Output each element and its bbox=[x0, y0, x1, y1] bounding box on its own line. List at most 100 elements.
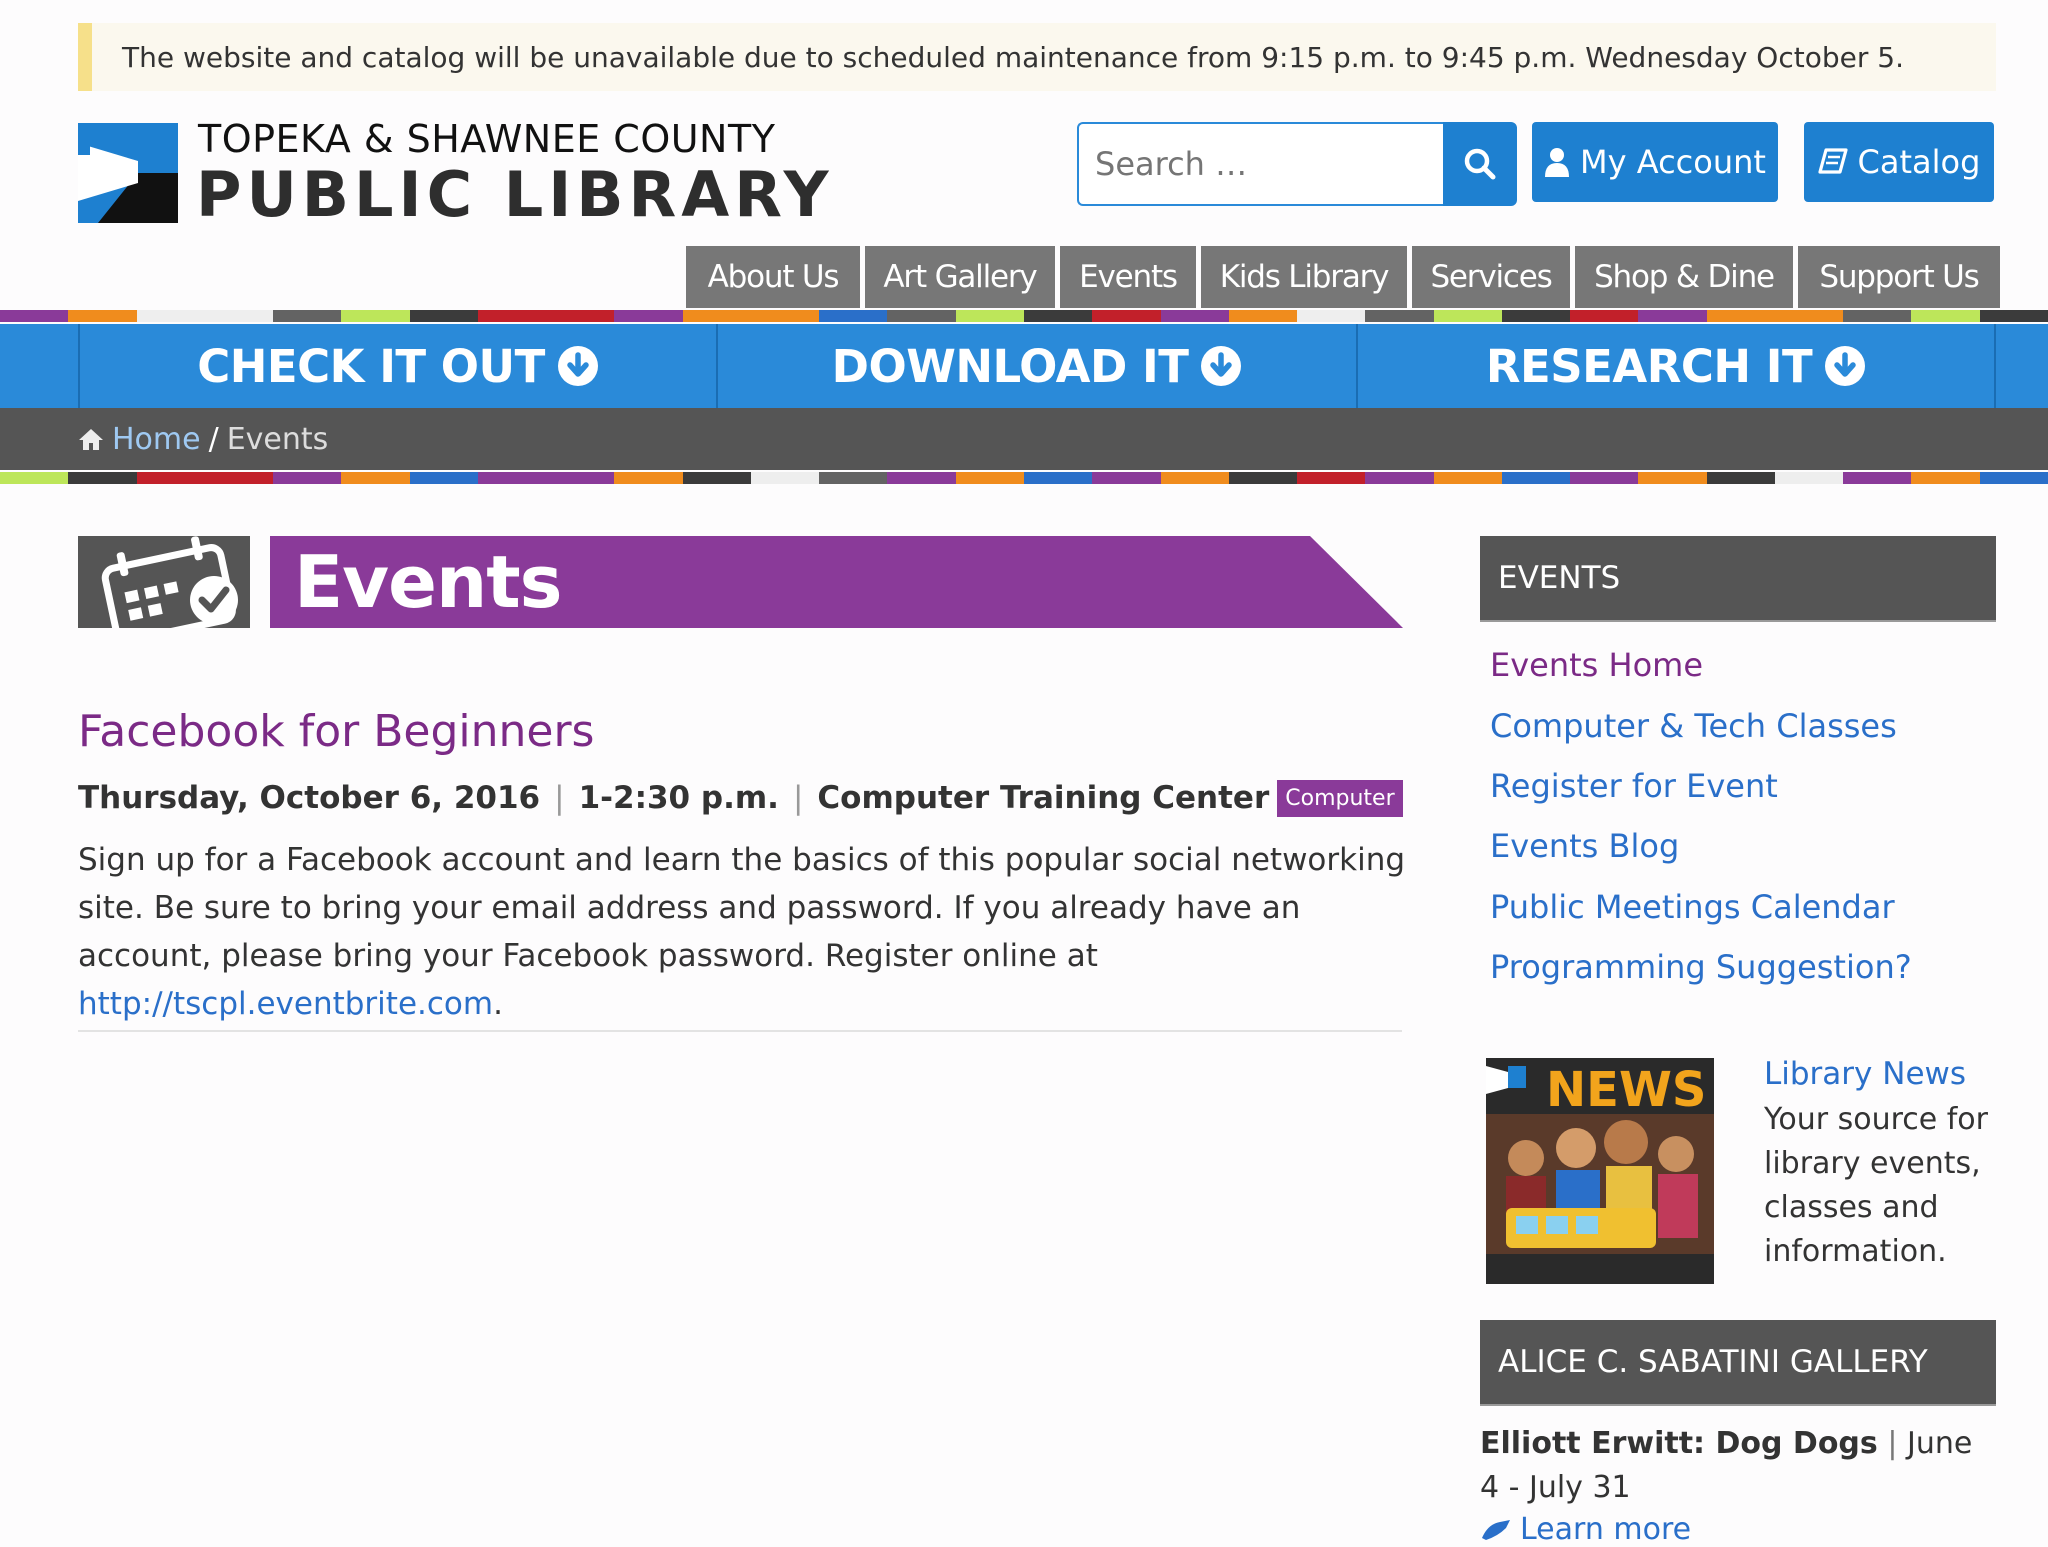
sidebar-link-events-home[interactable]: Events Home bbox=[1490, 646, 1703, 684]
event-date: Thursday, October 6, 2016 bbox=[78, 780, 541, 816]
nav-tab-about-us[interactable]: About Us bbox=[686, 246, 860, 308]
circle-arrow-down-icon bbox=[557, 346, 598, 386]
strip-segment bbox=[341, 472, 410, 484]
strip-segment bbox=[1570, 310, 1639, 322]
book-icon bbox=[1817, 148, 1848, 174]
strip-segment bbox=[1365, 472, 1434, 484]
svg-text:NEWS: NEWS bbox=[1546, 1062, 1706, 1118]
strip-segment bbox=[409, 472, 478, 484]
quick-link-label: CHECK IT OUT bbox=[197, 339, 545, 393]
strip-segment bbox=[1843, 472, 1912, 484]
strip-segment bbox=[1706, 472, 1775, 484]
strip-segment bbox=[614, 472, 683, 484]
nav-tab-kids-library[interactable]: Kids Library bbox=[1201, 246, 1407, 308]
search-icon bbox=[1464, 148, 1496, 180]
search-form bbox=[1077, 122, 1517, 206]
color-strip-top bbox=[0, 310, 2048, 322]
nav-tab-services[interactable]: Services bbox=[1412, 246, 1570, 308]
catalog-button[interactable]: Catalog bbox=[1804, 122, 1994, 202]
sidebar-link-programming-suggestion[interactable]: Programming Suggestion? bbox=[1490, 948, 1912, 986]
strip-segment bbox=[1433, 472, 1502, 484]
home-icon bbox=[79, 429, 103, 450]
strip-segment bbox=[1501, 310, 1571, 322]
eventbrite-link[interactable]: http://tscpl.eventbrite.com bbox=[78, 986, 493, 1022]
strip-segment bbox=[1501, 472, 1571, 484]
strip-segment bbox=[341, 310, 410, 322]
catalog-label: Catalog bbox=[1857, 143, 1981, 181]
strip-segment bbox=[546, 472, 615, 484]
strip-segment bbox=[477, 472, 547, 484]
library-logo-mark[interactable] bbox=[78, 123, 178, 223]
logo-text-line2[interactable]: PUBLIC LIBRARY bbox=[196, 158, 834, 231]
event-meta: Thursday, October 6, 2016 | 1-2:30 p.m. … bbox=[78, 774, 1403, 822]
gallery-learn-more-link[interactable]: Learn more bbox=[1480, 1512, 1691, 1547]
strip-segment bbox=[682, 310, 751, 322]
logo-text-line1[interactable]: TOPEKA & SHAWNEE COUNTY bbox=[198, 117, 775, 161]
library-news-description: Your source for library events, classes … bbox=[1764, 1102, 1988, 1269]
strip-segment bbox=[750, 310, 820, 322]
breadcrumb-separator: / bbox=[208, 421, 219, 457]
quick-link-download-it[interactable]: DOWNLOAD IT bbox=[718, 324, 1356, 408]
color-strip-bottom bbox=[0, 472, 2048, 484]
quick-link-research-it[interactable]: RESEARCH IT bbox=[1358, 324, 1994, 408]
breadcrumb-home-link[interactable]: Home bbox=[112, 422, 201, 457]
search-button[interactable] bbox=[1443, 122, 1517, 206]
my-account-label: My Account bbox=[1580, 143, 1766, 181]
page-title: Events bbox=[294, 540, 562, 624]
strip-segment bbox=[0, 310, 69, 322]
strip-segment bbox=[1160, 472, 1229, 484]
strip-segment bbox=[68, 472, 137, 484]
sidebar-link-register-for-event[interactable]: Register for Event bbox=[1490, 767, 1778, 805]
my-account-button[interactable]: My Account bbox=[1532, 122, 1778, 202]
maintenance-alert: The website and catalog will be unavaila… bbox=[78, 23, 1996, 91]
sidebar-heading-gallery: ALICE C. SABATINI GALLERY bbox=[1480, 1320, 1996, 1406]
strip-segment bbox=[204, 310, 274, 322]
sidebar-link-computer-tech-classes[interactable]: Computer & Tech Classes bbox=[1490, 707, 1897, 745]
nav-tab-art-gallery[interactable]: Art Gallery bbox=[865, 246, 1055, 308]
user-icon bbox=[1545, 148, 1570, 177]
strip-segment bbox=[750, 472, 820, 484]
quick-link-check-it-out[interactable]: CHECK IT OUT bbox=[80, 324, 716, 408]
quick-links-bar: CHECK IT OUT DOWNLOAD IT RESEARCH IT bbox=[0, 324, 2048, 408]
event-description-end: . bbox=[493, 986, 503, 1022]
category-badge[interactable]: Computer bbox=[1277, 779, 1403, 817]
sidebar-link-events-blog[interactable]: Events Blog bbox=[1490, 827, 1679, 865]
quick-link-label: DOWNLOAD IT bbox=[831, 339, 1189, 393]
sidebar-link-public-meetings-calendar[interactable]: Public Meetings Calendar bbox=[1490, 888, 1895, 926]
event-title-link[interactable]: Facebook for Beginners bbox=[78, 706, 594, 757]
strip-segment bbox=[955, 310, 1024, 322]
content-divider bbox=[78, 1030, 1402, 1032]
strip-segment bbox=[68, 310, 137, 322]
strip-segment bbox=[273, 310, 342, 322]
strip-segment bbox=[819, 472, 888, 484]
strip-segment bbox=[682, 472, 751, 484]
nav-tab-shop-dine[interactable]: Shop & Dine bbox=[1575, 246, 1793, 308]
strip-segment bbox=[887, 472, 956, 484]
strip-segment bbox=[1638, 472, 1707, 484]
strip-segment bbox=[1774, 472, 1844, 484]
library-news-cover-image[interactable]: NEWS bbox=[1486, 1058, 1714, 1284]
event-description-text: Sign up for a Facebook account and learn… bbox=[78, 842, 1406, 974]
strip-segment bbox=[887, 310, 956, 322]
breadcrumb-current: Events bbox=[226, 421, 329, 457]
quick-link-label: RESEARCH IT bbox=[1485, 339, 1813, 393]
strip-segment bbox=[273, 472, 342, 484]
nav-tab-support-us[interactable]: Support Us bbox=[1798, 246, 2000, 308]
strip-segment bbox=[1570, 472, 1639, 484]
nav-tab-events[interactable]: Events bbox=[1060, 246, 1196, 308]
strip-segment bbox=[1433, 310, 1502, 322]
circle-arrow-down-icon bbox=[1825, 346, 1866, 386]
strip-segment bbox=[1774, 310, 1844, 322]
gallery-exhibit-info: Elliott Erwitt: Dog Dogs | June 4 - July… bbox=[1480, 1422, 1996, 1510]
strip-segment bbox=[136, 310, 205, 322]
sidebar-heading-events: EVENTS bbox=[1480, 536, 1996, 622]
paint-brush-icon bbox=[1482, 1519, 1510, 1540]
strip-segment bbox=[1297, 310, 1366, 322]
quick-divider bbox=[1994, 324, 1996, 408]
calendar-check-icon bbox=[78, 536, 250, 645]
search-input[interactable] bbox=[1077, 122, 1443, 206]
library-news-link[interactable]: Library News bbox=[1764, 1056, 1966, 1092]
strip-segment bbox=[1979, 472, 2048, 484]
circle-arrow-down-icon bbox=[1201, 346, 1242, 386]
strip-segment bbox=[1297, 472, 1366, 484]
